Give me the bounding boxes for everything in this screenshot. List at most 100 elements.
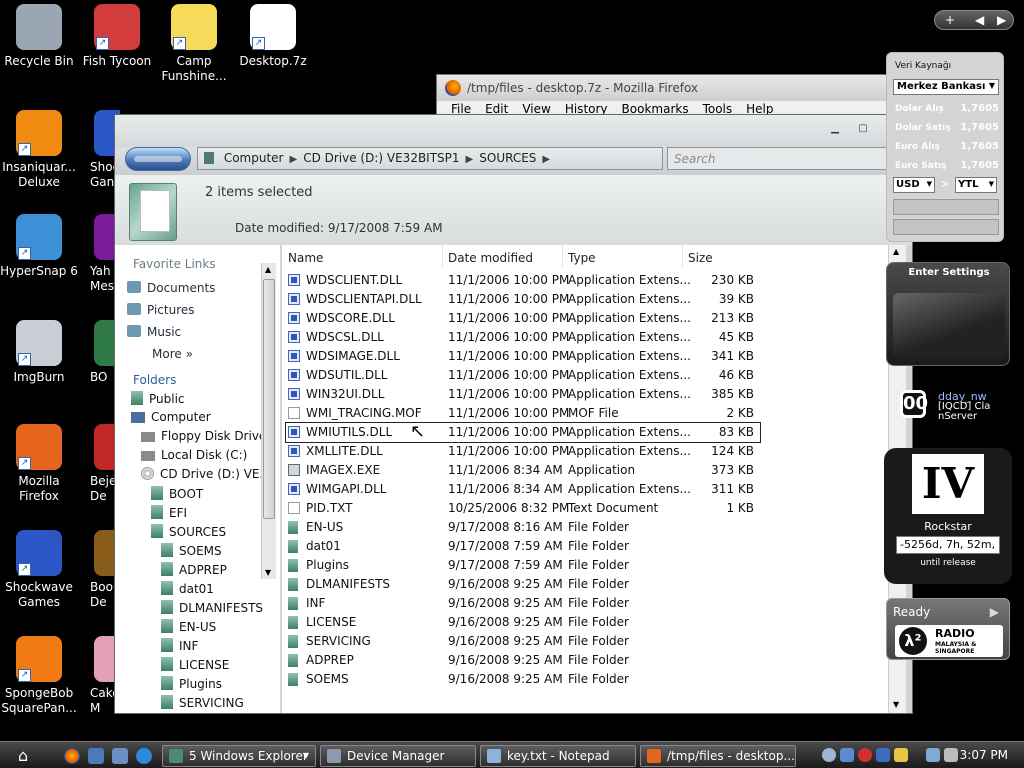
start-button[interactable]: ⌂ [18,746,38,766]
explorer-window[interactable]: ▁ ▢ Computer ▶ CD Drive (D:) VE32BITSP1 ▶ SO… [114,114,913,714]
show-desktop-icon[interactable] [88,748,104,764]
from-currency-select[interactable]: USD ▼ [893,177,935,193]
favorite-link[interactable]: Pictures [127,303,195,317]
desktop-icon[interactable]: ↗ Shockwave Games [0,530,78,610]
taskbar-button[interactable]: key.txt - Notepad [480,745,636,767]
volume-muted-icon[interactable] [944,748,958,762]
internet-explorer-icon[interactable] [136,748,152,764]
tree-item[interactable]: EFI [151,505,187,520]
tray-app-icon[interactable] [822,748,836,762]
tree-item[interactable]: SOEMS [161,543,222,558]
desktop-icon[interactable]: ↗ Mozilla Firefox [0,424,78,504]
file-row[interactable]: SERVICING 9/16/2008 9:25 AM File Folder [286,632,760,651]
file-row[interactable]: WDSCORE.DLL 11/1/2006 10:00 PM Application… [286,309,760,328]
tree-item[interactable]: EN-US [161,619,216,634]
file-row[interactable]: LICENSE 9/16/2008 9:25 AM File Folder [286,613,760,632]
favorite-link[interactable]: Music [127,325,181,339]
tree-item[interactable]: Local Disk (C:) [141,448,247,462]
tree-item[interactable]: ADPREP [161,562,227,577]
firefox-quicklaunch-icon[interactable] [64,748,80,764]
file-row[interactable]: WIMGAPI.DLL 11/1/2006 8:34 AM Application … [286,480,760,499]
breadcrumb-item[interactable]: SOURCES [479,151,536,165]
next-button[interactable]: ▶ [997,13,1006,27]
tree-item[interactable]: Public [131,391,185,406]
play-icon[interactable]: ▶ [990,605,999,619]
desktop-icon[interactable]: ↗ Desktop.7z [234,4,312,69]
tree-item[interactable]: INF [161,638,198,653]
scroll-down-icon[interactable]: ▼ [893,700,899,709]
dday-gadget[interactable]: 00 dday_nw [IQCD] Cla nServer [890,384,1014,434]
tree-item[interactable]: Plugins [161,676,222,691]
tree-item[interactable]: CD Drive (D:) VE32 [141,467,275,481]
column-header[interactable]: Type [568,251,596,265]
file-row[interactable]: Plugins 9/17/2008 7:59 AM File Folder [286,556,760,575]
file-row[interactable]: WMI_TRACING.MOF 11/1/2006 10:00 PM MOF Fil… [286,404,760,423]
tree-item[interactable]: SERVICING [161,695,244,710]
tree-item[interactable]: BOOT [151,486,203,501]
explorer-titlebar[interactable]: ▁ ▢ [115,115,912,147]
more-link[interactable]: More » [152,347,193,361]
favorite-link[interactable]: Documents [127,281,215,295]
switch-windows-icon[interactable] [112,748,128,764]
tree-item[interactable]: dat01 [161,581,214,596]
file-row[interactable]: EN-US 9/17/2008 8:16 AM File Folder [286,518,760,537]
source-select[interactable]: Merkez Bankası ▼ [893,79,999,95]
add-gadget-button[interactable]: + [945,13,955,27]
file-row[interactable]: WDSUTIL.DLL 11/1/2006 10:00 PM Application… [286,366,760,385]
file-row[interactable]: IMAGEX.EXE 11/1/2006 8:34 AM Application 37… [286,461,760,480]
tray-device-icon[interactable] [894,748,908,762]
breadcrumb-arrow-icon[interactable]: ▶ [289,154,297,165]
file-row[interactable]: WDSIMAGE.DLL 11/1/2006 10:00 PM Applicatio… [286,347,760,366]
folders-heading[interactable]: Folders [133,373,176,387]
scrollbar-thumb[interactable] [263,279,275,519]
tray-update-icon[interactable] [876,748,890,762]
desktop-icon[interactable]: Recycle Bin [0,4,78,69]
file-row[interactable]: PID.TXT 10/25/2006 8:32 PM Text Document 1 … [286,499,760,518]
file-row[interactable]: ADPREP 9/16/2008 9:25 AM File Folder [286,651,760,670]
dropdown-arrow-icon[interactable]: ▼ [989,81,995,90]
desktop-icon[interactable]: ↗ SpongeBob SquarePan... [0,636,78,716]
address-bar[interactable]: Computer ▶ CD Drive (D:) VE32BITSP1 ▶ SOURCE… [197,147,663,170]
minimize-icon[interactable]: ▁ [827,123,843,137]
settings-gadget[interactable]: Enter Settings [886,262,1010,366]
file-row[interactable]: XMLLITE.DLL 11/1/2006 10:00 PM Application… [286,442,760,461]
breadcrumb-item[interactable]: Computer [224,151,284,165]
breadcrumb-arrow-icon[interactable]: ▶ [542,154,550,165]
column-divider[interactable] [562,245,563,267]
taskbar-button[interactable]: /tmp/files - desktop... [640,745,796,767]
tree-item[interactable]: Floppy Disk Drive ( [141,429,275,443]
desktop-icon[interactable]: ↗ Insaniquar... Deluxe [0,110,78,190]
column-divider[interactable] [442,245,443,267]
to-currency-select[interactable]: YTL ▼ [955,177,997,193]
column-header[interactable]: Date modified [448,251,533,265]
taskbar-button[interactable]: 5 Windows Explorer ▼ [162,745,316,767]
network-icon[interactable] [926,748,940,762]
file-row[interactable]: SOEMS 9/16/2008 9:25 AM File Folder [286,670,760,689]
file-row[interactable]: WDSCLIENTAPI.DLL 11/1/2006 10:00 PM Applic… [286,290,760,309]
dropdown-arrow-icon[interactable]: ▼ [303,751,309,760]
folder-tree-scrollbar[interactable]: ▲ ▼ [261,263,276,579]
scroll-up-icon[interactable]: ▲ [893,247,899,256]
scroll-down-icon[interactable]: ▼ [265,568,271,577]
tray-network-icon[interactable] [840,748,854,762]
column-header[interactable]: Name [288,251,323,265]
previous-button[interactable]: ◀ [975,13,984,27]
scroll-up-icon[interactable]: ▲ [265,265,271,274]
desktop-icon[interactable]: ↗ HyperSnap 6 [0,214,78,279]
taskbar-button[interactable]: Device Manager [320,745,476,767]
tree-item[interactable]: DLMANIFESTS [161,600,263,615]
tree-item[interactable]: LICENSE [161,657,229,672]
breadcrumb-item[interactable]: CD Drive (D:) VE32BITSP1 [303,151,459,165]
tree-item[interactable]: Computer [131,410,211,424]
file-row[interactable]: DLMANIFESTS 9/16/2008 9:25 AM File Folder [286,575,760,594]
file-row[interactable]: dat01 9/17/2008 7:59 AM File Folder [286,537,760,556]
desktop-icon[interactable]: ↗ ImgBurn [0,320,78,385]
file-row[interactable]: INF 9/16/2008 9:25 AM File Folder [286,594,760,613]
back-forward-buttons[interactable] [125,147,191,171]
firefox-titlebar[interactable]: /tmp/files - desktop.7z - Mozilla Firefo… [437,75,905,101]
breadcrumb-arrow-icon[interactable]: ▶ [466,154,474,165]
file-row[interactable]: WIN32UI.DLL 11/1/2006 10:00 PM Application… [286,385,760,404]
search-input[interactable]: Search [667,147,897,170]
tray-security-icon[interactable] [858,748,872,762]
file-row[interactable]: WDSCSL.DLL 11/1/2006 10:00 PM Application … [286,328,760,347]
